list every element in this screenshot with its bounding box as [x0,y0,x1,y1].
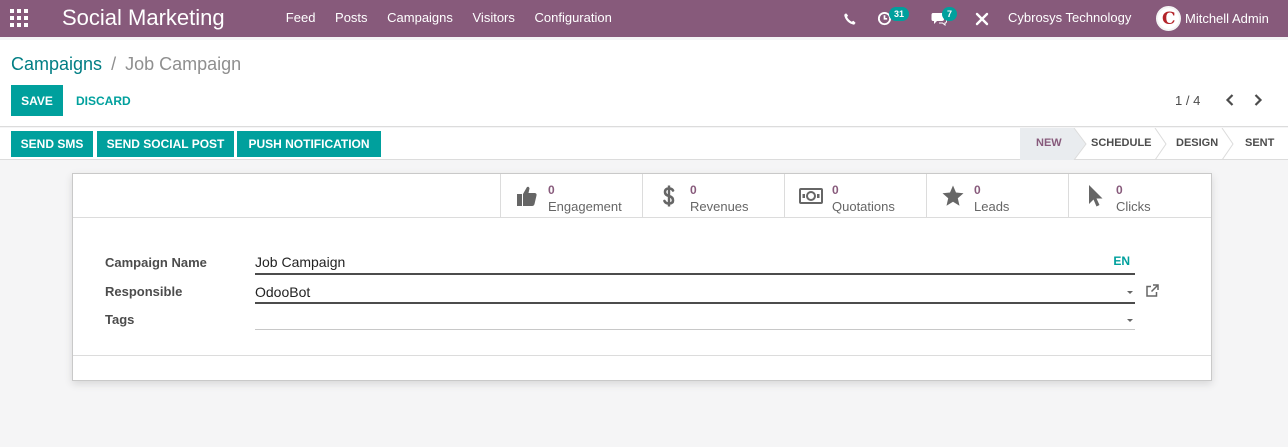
form-statusbar: SEND SMS SEND SOCIAL POST PUSH NOTIFICAT… [0,128,1288,160]
breadcrumb-separator: / [111,54,117,74]
pager-value[interactable]: 1 / 4 [1175,93,1200,108]
quotations-value: 0 [832,183,839,197]
responsible-input[interactable]: OdooBot [255,284,1135,304]
apps-grid-icon[interactable] [10,9,28,27]
pager-next-icon[interactable] [1250,91,1266,109]
menu-item-posts[interactable]: Posts [325,0,377,37]
company-switcher[interactable]: Cybrosys Technology [1008,0,1131,36]
menu-item-visitors[interactable]: Visitors [463,0,525,37]
responsible-value: OdooBot [255,284,311,300]
dollar-icon [663,185,675,207]
user-avatar: C [1156,5,1181,31]
push-notification-button[interactable]: PUSH NOTIFICATION [237,131,381,157]
stage-design[interactable]: DESIGN [1176,128,1218,160]
menu-item-feed[interactable]: Feed [276,0,325,37]
stage-new[interactable]: NEW [1036,128,1062,160]
control-panel: Campaigns / Job Campaign SAVE DISCARD 1 … [0,40,1288,127]
responsible-dropdown-caret-icon[interactable] [1127,291,1133,294]
quotations-stat-button[interactable]: 0 Quotations [784,174,926,217]
clicks-value: 0 [1116,183,1123,197]
sheet-divider [73,355,1211,356]
stage-schedule[interactable]: SCHEDULE [1091,128,1152,160]
external-link-icon[interactable] [1145,284,1159,298]
main-menu: Feed Posts Campaigns Visitors Configurat… [276,0,622,37]
save-button[interactable]: SAVE [11,85,63,116]
clicks-label: Clicks [1116,199,1151,214]
tags-label: Tags [105,312,135,327]
user-name: Mitchell Admin [1185,10,1269,26]
quotations-label: Quotations [832,199,895,214]
tags-input[interactable] [255,312,1135,330]
clicks-stat-button[interactable]: 0 Clicks [1068,174,1210,217]
breadcrumb-current: Job Campaign [125,54,242,74]
star-icon [942,185,964,206]
revenues-stat-button[interactable]: 0 Revenues [642,174,784,217]
menu-item-campaigns[interactable]: Campaigns [377,0,462,37]
menu-item-configuration[interactable]: Configuration [525,0,622,37]
breadcrumb-campaigns-link[interactable]: Campaigns [11,54,102,74]
revenues-value: 0 [690,183,697,197]
messages-count-badge: 7 [942,7,958,21]
campaign-name-value: Job Campaign [255,254,346,270]
campaign-name-label: Campaign Name [105,255,207,270]
discard-button[interactable]: DISCARD [69,85,138,116]
campaign-name-input[interactable]: Job Campaign EN [255,254,1135,275]
send-social-post-button[interactable]: SEND SOCIAL POST [97,131,234,157]
money-bill-icon [799,188,823,204]
debug-tools-icon[interactable] [975,0,989,37]
send-sms-button[interactable]: SEND SMS [11,131,93,157]
pointer-icon [1089,185,1103,207]
revenues-label: Revenues [690,199,749,214]
form-sheet: 0 Engagement 0 Revenues 0 Quotations 0 L… [72,173,1212,381]
engagement-stat-button[interactable]: 0 Engagement [500,174,642,217]
translate-lang-button[interactable]: EN [1113,254,1130,268]
tags-dropdown-caret-icon[interactable] [1127,319,1133,322]
responsible-label: Responsible [105,284,183,299]
stage-sent[interactable]: SENT [1245,128,1274,160]
breadcrumb: Campaigns / Job Campaign [11,52,241,76]
top-navbar: Social Marketing Feed Posts Campaigns Vi… [0,0,1288,37]
engagement-label: Engagement [548,199,622,214]
user-menu[interactable]: C Mitchell Admin [1156,4,1269,32]
leads-label: Leads [974,199,1010,214]
activities-count-badge: 31 [889,7,910,21]
leads-value: 0 [974,183,981,197]
smart-button-box: 0 Engagement 0 Revenues 0 Quotations 0 L… [73,174,1211,218]
pager-previous-icon[interactable] [1222,91,1238,109]
app-title[interactable]: Social Marketing [62,5,225,31]
leads-stat-button[interactable]: 0 Leads [926,174,1068,217]
engagement-value: 0 [548,183,555,197]
thumbs-up-icon [517,186,537,206]
phone-icon[interactable] [843,0,857,37]
